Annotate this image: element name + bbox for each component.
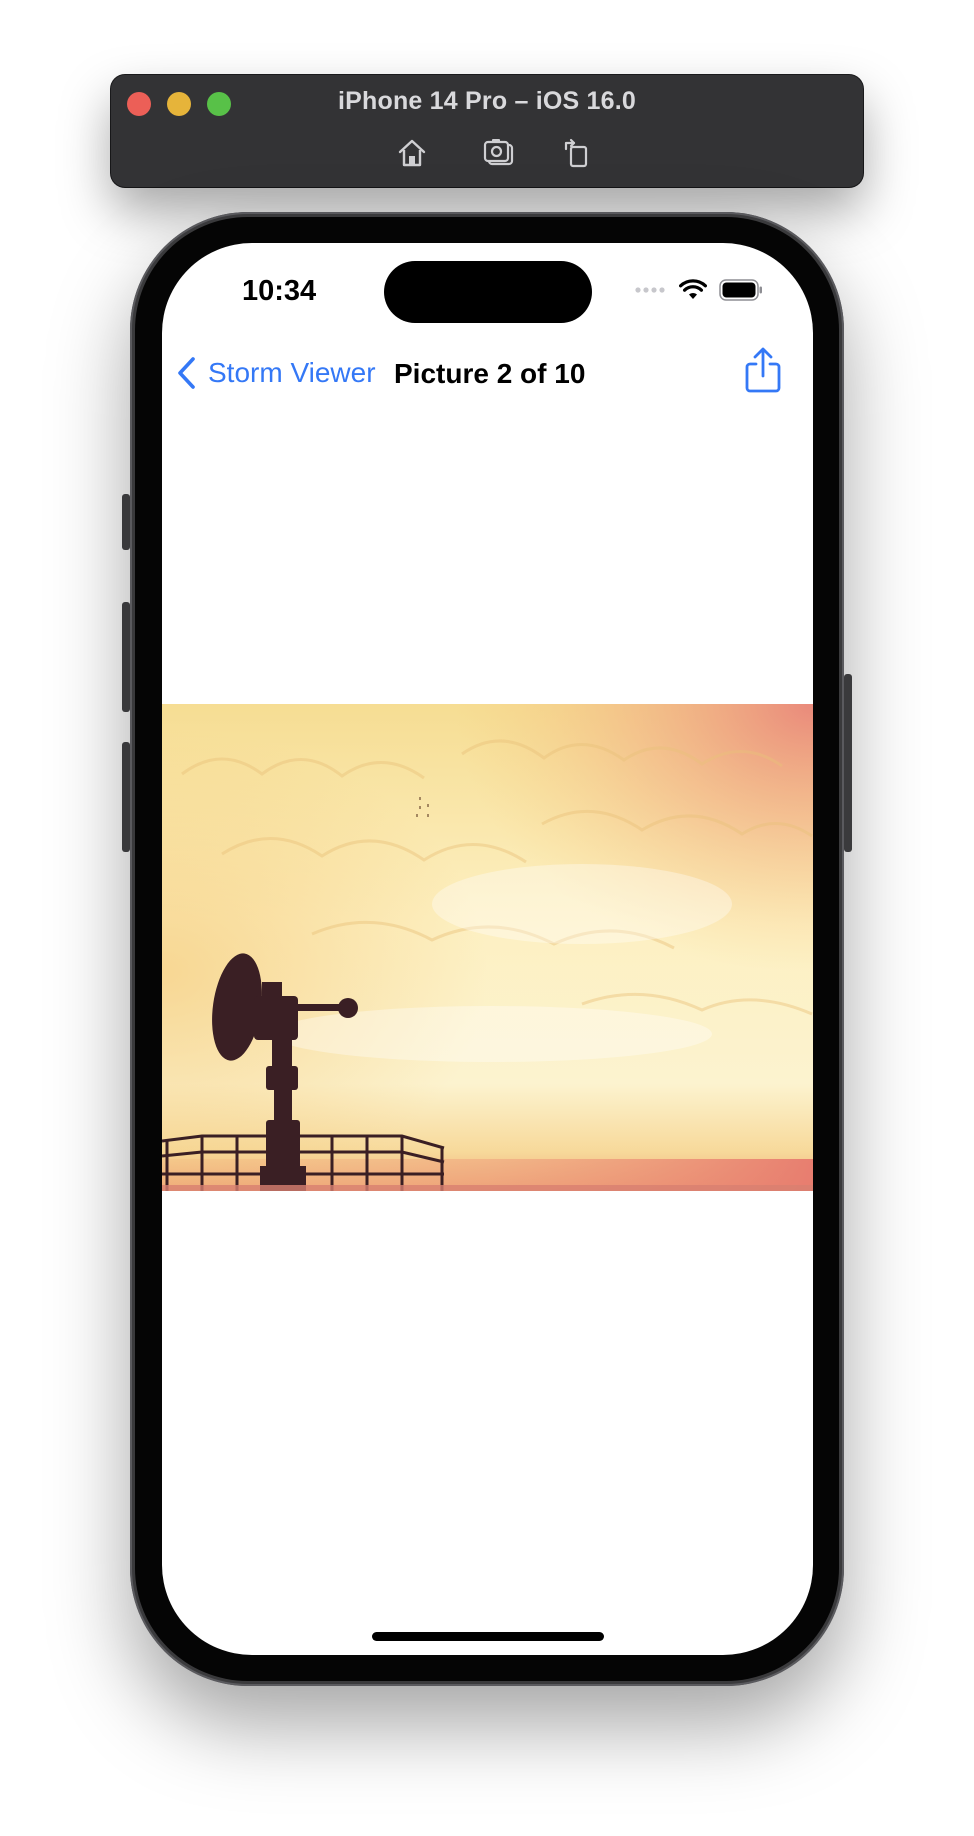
simulator-title: iPhone 14 Pro – iOS 16.0 xyxy=(338,87,636,115)
wifi-icon xyxy=(679,279,707,299)
cellular-signal-icon xyxy=(635,287,665,293)
share-icon xyxy=(745,347,781,393)
page-title: Picture 2 of 10 xyxy=(394,358,586,389)
volume-up-button xyxy=(122,602,130,712)
volume-down-button xyxy=(122,742,130,852)
home-indicator[interactable] xyxy=(372,1632,604,1641)
share-button[interactable] xyxy=(743,345,783,395)
home-button[interactable] xyxy=(394,135,430,171)
simulator-stage: iPhone 14 Pro – iOS 16.0 10:34 Storm Vie… xyxy=(0,0,974,1836)
rotate-icon xyxy=(564,138,588,168)
navigation-bar: Storm Viewer Picture 2 of 10 xyxy=(162,343,813,403)
back-button-label: Storm Viewer xyxy=(208,357,376,388)
storm-photo xyxy=(162,704,813,1191)
screenshot-icon xyxy=(483,139,514,166)
radar-dish-silhouette-image xyxy=(162,704,813,1191)
screenshot-button[interactable] xyxy=(481,135,517,171)
rotate-button[interactable] xyxy=(559,135,595,171)
battery-icon xyxy=(719,279,762,301)
back-button[interactable]: Storm Viewer xyxy=(174,349,376,397)
device-screen: 10:34 Storm Viewer Picture 2 of 10 xyxy=(162,243,813,1655)
home-icon xyxy=(398,139,426,167)
status-icons xyxy=(635,279,763,301)
simulator-window-bar: iPhone 14 Pro – iOS 16.0 xyxy=(111,75,863,187)
power-button xyxy=(844,674,852,852)
dynamic-island xyxy=(384,261,592,323)
silent-switch xyxy=(122,494,130,550)
chevron-left-icon xyxy=(178,357,195,389)
status-time: 10:34 xyxy=(242,275,317,307)
